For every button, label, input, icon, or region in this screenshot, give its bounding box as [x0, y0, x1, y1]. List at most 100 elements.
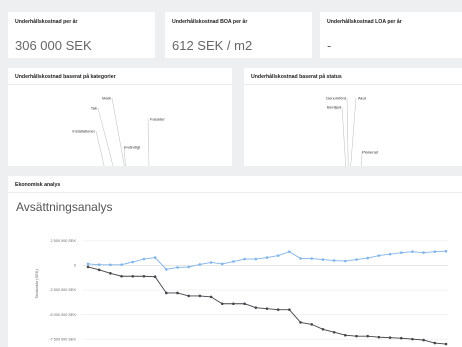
pie-connector — [346, 97, 349, 166]
data-point[interactable] — [366, 334, 369, 338]
data-point[interactable] — [97, 263, 101, 266]
data-point[interactable] — [198, 263, 202, 266]
data-point[interactable] — [254, 306, 258, 309]
pie-connector — [123, 146, 126, 166]
data-point[interactable] — [355, 258, 358, 261]
data-point[interactable] — [288, 308, 291, 311]
data-point[interactable] — [86, 262, 90, 266]
data-point[interactable] — [366, 256, 369, 260]
data-point[interactable] — [198, 294, 202, 298]
data-point[interactable] — [220, 302, 224, 306]
data-point[interactable] — [232, 302, 235, 306]
economic-analysis-card: Ekonomisk analys Avsättningsanalys 2 500… — [8, 176, 462, 347]
data-point[interactable] — [153, 275, 157, 279]
kpi-value: 612 SEK / m2 — [172, 38, 253, 53]
data-point[interactable] — [321, 327, 325, 331]
data-point[interactable] — [276, 308, 280, 311]
pie-label: Mark — [102, 95, 111, 100]
data-point[interactable] — [153, 256, 157, 259]
data-point[interactable] — [332, 259, 336, 262]
data-point[interactable] — [109, 263, 112, 267]
data-point[interactable] — [86, 265, 90, 269]
data-point[interactable] — [142, 274, 146, 278]
data-point[interactable] — [344, 333, 347, 337]
data-point[interactable] — [120, 274, 123, 278]
data-point[interactable] — [243, 302, 246, 306]
data-point[interactable] — [411, 337, 414, 341]
data-point[interactable] — [299, 321, 302, 324]
kpi-title: Underhållskostnad LOA per år — [327, 19, 402, 25]
data-point[interactable] — [176, 266, 179, 269]
data-point[interactable] — [165, 268, 168, 271]
y-tick-label: -5 000 000 SEK — [49, 313, 76, 317]
data-point[interactable] — [411, 250, 414, 253]
y-tick-label: 2 500 000 SEK — [50, 239, 76, 243]
data-point[interactable] — [220, 262, 224, 266]
kpi-value: 306 000 SEK — [15, 38, 92, 53]
data-point[interactable] — [332, 330, 336, 334]
data-point[interactable] — [388, 336, 392, 339]
pie-chart-kategori: Fasader Invändigt Installationer Tak Mark — [72, 95, 165, 166]
pie-card-status: Underhållskostnad baserat på status Plan… — [244, 68, 462, 166]
data-point[interactable] — [142, 257, 146, 261]
kpi-value: - — [327, 38, 332, 53]
data-point[interactable] — [444, 249, 448, 253]
y-tick-label: -7 500 000 SEK — [49, 337, 76, 341]
pie-label: Beviljad — [327, 104, 341, 109]
pie-label: Installationer — [72, 128, 95, 133]
data-point[interactable] — [433, 341, 437, 345]
data-point[interactable] — [399, 336, 403, 340]
pie-card-kategori: Underhållskostnad baserat på kategorier … — [8, 68, 232, 166]
pie-label: Tak — [91, 105, 97, 110]
data-point[interactable] — [131, 274, 135, 278]
data-point[interactable] — [120, 263, 123, 266]
kpi-title: Underhållskostnad BOA per år — [172, 19, 248, 25]
data-point[interactable] — [209, 261, 213, 264]
kpi-card-loa: Underhållskostnad LOA per år - — [320, 12, 462, 58]
kpi-title: Underhållskostnad per år — [15, 19, 78, 25]
data-point[interactable] — [433, 250, 437, 253]
line-chart-avsattning: 2 500 000 SEK 0 -2 500 000 SEK -5 000 000 S… — [34, 239, 448, 346]
data-point[interactable] — [209, 295, 213, 299]
data-point[interactable] — [276, 254, 280, 257]
data-point[interactable] — [377, 254, 381, 257]
series-line-1 — [87, 266, 447, 345]
data-point[interactable] — [265, 307, 269, 310]
pie-connector — [341, 106, 346, 166]
data-point[interactable] — [310, 323, 314, 326]
data-point[interactable] — [377, 335, 381, 339]
pie-chart-status: Planerad Beviljad Genomförd Akut — [326, 95, 378, 166]
data-point[interactable] — [321, 258, 325, 261]
pie-connector — [350, 97, 357, 166]
data-point[interactable] — [399, 251, 403, 254]
data-point[interactable] — [344, 259, 347, 263]
data-point[interactable] — [187, 294, 190, 298]
data-point[interactable] — [187, 265, 190, 269]
data-point[interactable] — [355, 334, 358, 338]
data-point[interactable] — [299, 257, 302, 260]
data-point[interactable] — [131, 260, 135, 264]
y-tick-label: -2 500 000 SEK — [49, 288, 76, 292]
series-line-0 — [87, 250, 447, 270]
data-point[interactable] — [388, 252, 392, 256]
pie-label: Akut — [358, 95, 367, 100]
data-point[interactable] — [422, 338, 425, 342]
pie-connector — [97, 107, 114, 166]
data-point[interactable] — [165, 291, 168, 295]
data-point[interactable] — [288, 250, 291, 253]
pie-connector — [111, 97, 125, 166]
y-tick-label: 0 — [74, 264, 76, 268]
data-point[interactable] — [310, 257, 314, 260]
data-point[interactable] — [232, 260, 235, 263]
data-point[interactable] — [422, 251, 425, 254]
pie-label: Genomförd — [326, 95, 346, 100]
data-point[interactable] — [109, 271, 112, 275]
data-point[interactable] — [176, 291, 179, 295]
data-point[interactable] — [97, 268, 101, 272]
pie-label: Invändigt — [124, 144, 141, 149]
data-point[interactable] — [254, 257, 258, 261]
data-point[interactable] — [444, 342, 448, 346]
data-point[interactable] — [243, 257, 246, 261]
kpi-card-per-year: Underhållskostnad per år 306 000 SEK — [8, 12, 155, 58]
data-point[interactable] — [265, 256, 269, 259]
